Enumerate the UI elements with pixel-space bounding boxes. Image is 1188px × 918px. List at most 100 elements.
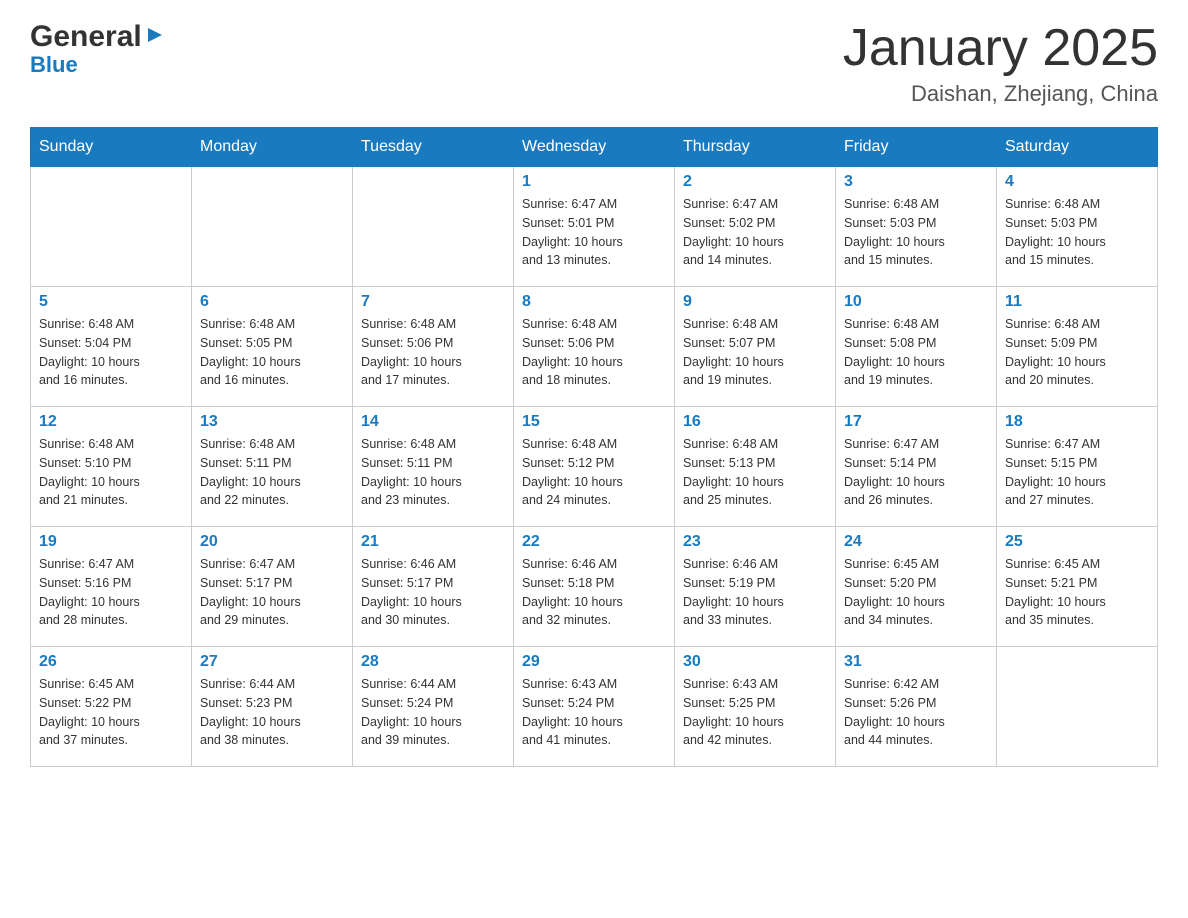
day-number: 17 xyxy=(844,413,988,431)
day-number: 18 xyxy=(1005,413,1149,431)
day-number: 23 xyxy=(683,533,827,551)
calendar-cell: 2 Sunrise: 6:47 AMSunset: 5:02 PMDaylight… xyxy=(675,167,836,287)
calendar-cell: 26 Sunrise: 6:45 AMSunset: 5:22 PMDayligh… xyxy=(31,647,192,767)
day-info: Sunrise: 6:47 AMSunset: 5:14 PMDaylight:… xyxy=(844,435,988,510)
day-info: Sunrise: 6:48 AMSunset: 5:06 PMDaylight:… xyxy=(522,315,666,390)
calendar-cell xyxy=(353,167,514,287)
calendar-cell: 15Sunrise: 6:48 AMSunset: 5:12 PMDayligh… xyxy=(514,407,675,527)
day-info: Sunrise: 6:48 AMSunset: 5:07 PMDaylight:… xyxy=(683,315,827,390)
calendar-cell: 14Sunrise: 6:48 AMSunset: 5:11 PMDayligh… xyxy=(353,407,514,527)
calendar-cell: 11 Sunrise: 6:48 AMSunset: 5:09 PMDayligh… xyxy=(997,287,1158,407)
calendar-cell: 31 Sunrise: 6:42 AMSunset: 5:26 PMDayligh… xyxy=(836,647,997,767)
day-number: 3 xyxy=(844,173,988,191)
weekday-header-monday: Monday xyxy=(192,128,353,167)
day-number: 10 xyxy=(844,293,988,311)
calendar-cell: 22 Sunrise: 6:46 AMSunset: 5:18 PMDayligh… xyxy=(514,527,675,647)
calendar-cell: 16 Sunrise: 6:48 AMSunset: 5:13 PMDayligh… xyxy=(675,407,836,527)
day-number: 11 xyxy=(1005,293,1149,311)
day-info: Sunrise: 6:47 AMSunset: 5:17 PMDaylight:… xyxy=(200,555,344,630)
calendar-cell: 17 Sunrise: 6:47 AMSunset: 5:14 PMDayligh… xyxy=(836,407,997,527)
day-number: 24 xyxy=(844,533,988,551)
weekday-header-thursday: Thursday xyxy=(675,128,836,167)
day-info: Sunrise: 6:48 AMSunset: 5:03 PMDaylight:… xyxy=(844,195,988,270)
day-info: Sunrise: 6:46 AMSunset: 5:17 PMDaylight:… xyxy=(361,555,505,630)
calendar-cell: 3 Sunrise: 6:48 AMSunset: 5:03 PMDaylight… xyxy=(836,167,997,287)
calendar-week-1: 1 Sunrise: 6:47 AMSunset: 5:01 PMDaylight… xyxy=(31,167,1158,287)
calendar-cell: 5Sunrise: 6:48 AMSunset: 5:04 PMDaylight… xyxy=(31,287,192,407)
calendar-cell: 12 Sunrise: 6:48 AMSunset: 5:10 PMDayligh… xyxy=(31,407,192,527)
day-info: Sunrise: 6:46 AMSunset: 5:18 PMDaylight:… xyxy=(522,555,666,630)
calendar-cell: 25 Sunrise: 6:45 AMSunset: 5:21 PMDayligh… xyxy=(997,527,1158,647)
calendar-week-5: 26 Sunrise: 6:45 AMSunset: 5:22 PMDayligh… xyxy=(31,647,1158,767)
weekday-header-friday: Friday xyxy=(836,128,997,167)
weekday-header-sunday: Sunday xyxy=(31,128,192,167)
day-number: 31 xyxy=(844,653,988,671)
day-info: Sunrise: 6:42 AMSunset: 5:26 PMDaylight:… xyxy=(844,675,988,750)
day-number: 16 xyxy=(683,413,827,431)
day-number: 4 xyxy=(1005,173,1149,191)
day-info: Sunrise: 6:43 AMSunset: 5:25 PMDaylight:… xyxy=(683,675,827,750)
day-info: Sunrise: 6:47 AMSunset: 5:16 PMDaylight:… xyxy=(39,555,183,630)
day-info: Sunrise: 6:48 AMSunset: 5:12 PMDaylight:… xyxy=(522,435,666,510)
day-info: Sunrise: 6:48 AMSunset: 5:11 PMDaylight:… xyxy=(361,435,505,510)
day-number: 21 xyxy=(361,533,505,551)
day-info: Sunrise: 6:47 AMSunset: 5:15 PMDaylight:… xyxy=(1005,435,1149,510)
weekday-header-saturday: Saturday xyxy=(997,128,1158,167)
day-number: 5 xyxy=(39,293,183,311)
day-info: Sunrise: 6:48 AMSunset: 5:09 PMDaylight:… xyxy=(1005,315,1149,390)
day-number: 19 xyxy=(39,533,183,551)
day-info: Sunrise: 6:44 AMSunset: 5:23 PMDaylight:… xyxy=(200,675,344,750)
weekday-header-wednesday: Wednesday xyxy=(514,128,675,167)
day-number: 26 xyxy=(39,653,183,671)
logo-blue-text: Blue xyxy=(30,52,78,78)
calendar-cell: 19 Sunrise: 6:47 AMSunset: 5:16 PMDayligh… xyxy=(31,527,192,647)
calendar-week-4: 19 Sunrise: 6:47 AMSunset: 5:16 PMDayligh… xyxy=(31,527,1158,647)
calendar-week-2: 5Sunrise: 6:48 AMSunset: 5:04 PMDaylight… xyxy=(31,287,1158,407)
day-info: Sunrise: 6:48 AMSunset: 5:10 PMDaylight:… xyxy=(39,435,183,510)
day-number: 8 xyxy=(522,293,666,311)
day-number: 20 xyxy=(200,533,344,551)
day-info: Sunrise: 6:48 AMSunset: 5:11 PMDaylight:… xyxy=(200,435,344,510)
day-info: Sunrise: 6:48 AMSunset: 5:03 PMDaylight:… xyxy=(1005,195,1149,270)
day-info: Sunrise: 6:47 AMSunset: 5:02 PMDaylight:… xyxy=(683,195,827,270)
calendar-cell: 29Sunrise: 6:43 AMSunset: 5:24 PMDayligh… xyxy=(514,647,675,767)
calendar-cell: 7Sunrise: 6:48 AMSunset: 5:06 PMDaylight… xyxy=(353,287,514,407)
calendar-cell: 9Sunrise: 6:48 AMSunset: 5:07 PMDaylight… xyxy=(675,287,836,407)
calendar-cell: 20 Sunrise: 6:47 AMSunset: 5:17 PMDayligh… xyxy=(192,527,353,647)
calendar-cell: 6Sunrise: 6:48 AMSunset: 5:05 PMDaylight… xyxy=(192,287,353,407)
day-info: Sunrise: 6:48 AMSunset: 5:13 PMDaylight:… xyxy=(683,435,827,510)
day-number: 22 xyxy=(522,533,666,551)
calendar-cell: 28Sunrise: 6:44 AMSunset: 5:24 PMDayligh… xyxy=(353,647,514,767)
day-info: Sunrise: 6:45 AMSunset: 5:21 PMDaylight:… xyxy=(1005,555,1149,630)
logo-general-text: General xyxy=(30,20,142,54)
day-number: 7 xyxy=(361,293,505,311)
day-info: Sunrise: 6:48 AMSunset: 5:08 PMDaylight:… xyxy=(844,315,988,390)
day-number: 1 xyxy=(522,173,666,191)
day-info: Sunrise: 6:47 AMSunset: 5:01 PMDaylight:… xyxy=(522,195,666,270)
calendar-cell: 1 Sunrise: 6:47 AMSunset: 5:01 PMDaylight… xyxy=(514,167,675,287)
day-number: 12 xyxy=(39,413,183,431)
calendar-cell xyxy=(192,167,353,287)
day-number: 13 xyxy=(200,413,344,431)
weekday-header-tuesday: Tuesday xyxy=(353,128,514,167)
day-number: 30 xyxy=(683,653,827,671)
calendar-cell: 27Sunrise: 6:44 AMSunset: 5:23 PMDayligh… xyxy=(192,647,353,767)
day-number: 25 xyxy=(1005,533,1149,551)
day-number: 2 xyxy=(683,173,827,191)
day-info: Sunrise: 6:45 AMSunset: 5:20 PMDaylight:… xyxy=(844,555,988,630)
calendar-cell: 24 Sunrise: 6:45 AMSunset: 5:20 PMDayligh… xyxy=(836,527,997,647)
calendar-header: SundayMondayTuesdayWednesdayThursdayFrid… xyxy=(31,128,1158,167)
calendar-cell: 30 Sunrise: 6:43 AMSunset: 5:25 PMDayligh… xyxy=(675,647,836,767)
logo: General Blue xyxy=(30,20,166,78)
day-info: Sunrise: 6:45 AMSunset: 5:22 PMDaylight:… xyxy=(39,675,183,750)
day-info: Sunrise: 6:43 AMSunset: 5:24 PMDaylight:… xyxy=(522,675,666,750)
calendar-cell: 23 Sunrise: 6:46 AMSunset: 5:19 PMDayligh… xyxy=(675,527,836,647)
day-info: Sunrise: 6:44 AMSunset: 5:24 PMDaylight:… xyxy=(361,675,505,750)
calendar-cell: 10 Sunrise: 6:48 AMSunset: 5:08 PMDayligh… xyxy=(836,287,997,407)
calendar-subtitle: Daishan, Zhejiang, China xyxy=(843,81,1158,107)
calendar-cell: 8 Sunrise: 6:48 AMSunset: 5:06 PMDaylight… xyxy=(514,287,675,407)
logo-arrow-icon xyxy=(144,24,166,46)
calendar-cell xyxy=(31,167,192,287)
calendar-cell xyxy=(997,647,1158,767)
day-info: Sunrise: 6:46 AMSunset: 5:19 PMDaylight:… xyxy=(683,555,827,630)
